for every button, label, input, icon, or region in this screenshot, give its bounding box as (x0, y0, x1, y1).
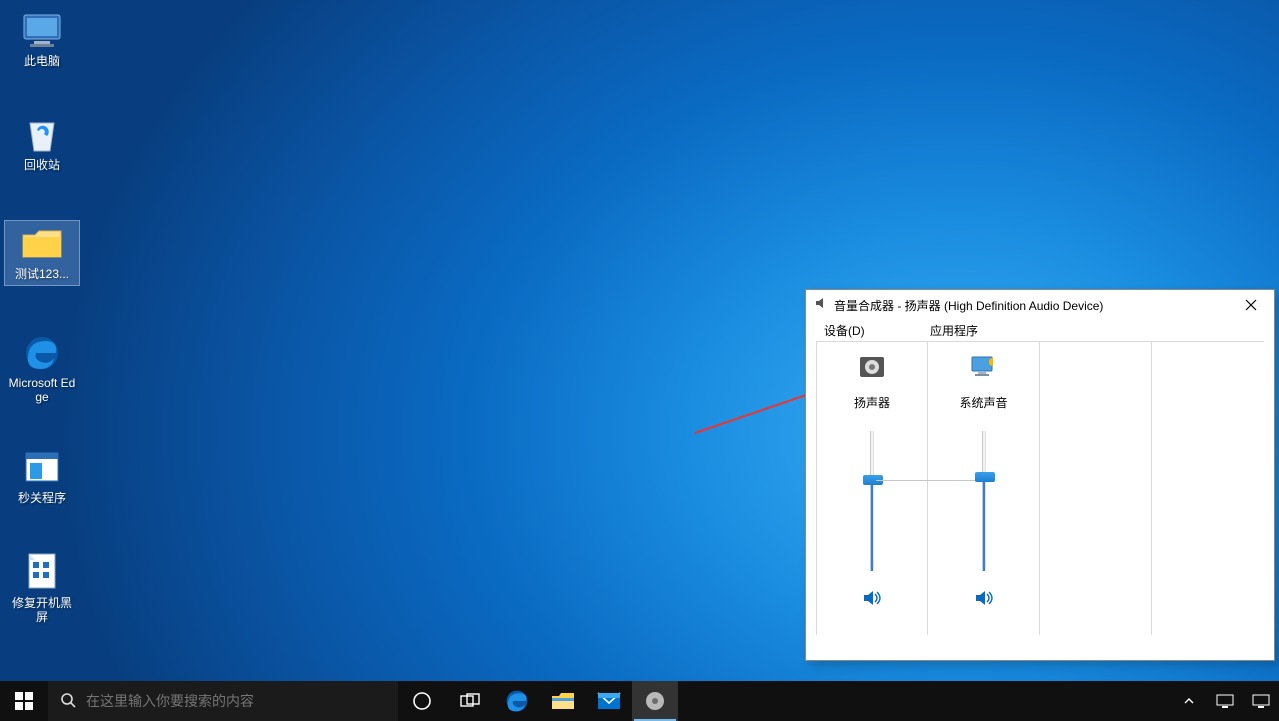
close-button[interactable] (1228, 290, 1274, 320)
taskbar-app-explorer[interactable] (540, 681, 586, 721)
edge-icon (18, 332, 66, 374)
system-tray (1171, 681, 1279, 721)
desktop-icon-label: 秒关程序 (5, 491, 79, 509)
speaker-device-icon[interactable] (856, 352, 888, 382)
taskbar-app-mail[interactable] (586, 681, 632, 721)
mute-button[interactable] (974, 589, 994, 612)
search-icon (60, 692, 76, 711)
mixer-body: 扬声器 系统声音 (806, 339, 1274, 647)
program-icon (18, 447, 66, 489)
mute-button[interactable] (862, 589, 882, 612)
desktop-icon-repair-boot[interactable]: 修复开机黑屏 (5, 550, 79, 628)
mixer-column-device-speaker: 扬声器 (816, 341, 928, 635)
tray-display-icon[interactable] (1243, 681, 1279, 721)
volume-slider[interactable] (982, 431, 986, 571)
taskbar (0, 681, 1279, 721)
mixer-column-system-sounds: 系统声音 (928, 341, 1040, 635)
app-header: 应用程序 (930, 322, 978, 339)
recycle-bin-icon (18, 114, 66, 156)
desktop-icon-this-pc[interactable]: 此电脑 (5, 8, 79, 72)
desktop-icon-shutdown-program[interactable]: 秒关程序 (5, 445, 79, 509)
cortana-button[interactable] (398, 681, 446, 721)
volume-mixer-window: 音量合成器 - 扬声器 (High Definition Audio Devic… (805, 289, 1275, 661)
volume-slider[interactable] (870, 431, 874, 571)
mixer-column-label: 系统声音 (960, 394, 1008, 411)
desktop-icon-label: 修复开机黑屏 (5, 596, 79, 628)
system-sounds-icon[interactable] (968, 352, 1000, 382)
mixer-column-label: 扬声器 (854, 394, 890, 411)
folder-icon (18, 223, 66, 265)
task-view-button[interactable] (446, 681, 494, 721)
taskbar-search[interactable] (48, 681, 398, 721)
desktop-icon-label: 回收站 (5, 158, 79, 176)
tray-display-icon[interactable] (1207, 681, 1243, 721)
taskbar-app-volume-mixer[interactable] (632, 681, 678, 721)
start-button[interactable] (0, 681, 48, 721)
mixer-section-headers: 设备(D) 应用程序 (806, 320, 1274, 339)
speaker-icon (814, 296, 828, 315)
desktop-icon-test-folder[interactable]: 测试123... (5, 221, 79, 285)
titlebar[interactable]: 音量合成器 - 扬声器 (High Definition Audio Devic… (806, 290, 1274, 320)
desktop-icon-label: 测试123... (5, 267, 79, 285)
search-input[interactable] (86, 693, 398, 709)
mixer-column-empty (1040, 341, 1152, 635)
desktop-icon-label: Microsoft Edge (5, 376, 79, 408)
window-title: 音量合成器 - 扬声器 (High Definition Audio Devic… (834, 297, 1222, 314)
pc-icon (18, 10, 66, 52)
desktop-icon-edge[interactable]: Microsoft Edge (5, 330, 79, 408)
device-header: 设备(D) (824, 322, 930, 339)
taskbar-app-edge[interactable] (494, 681, 540, 721)
desktop-icon-recycle-bin[interactable]: 回收站 (5, 112, 79, 176)
mixer-column-empty (1152, 341, 1264, 635)
desktop-icon-label: 此电脑 (5, 54, 79, 72)
tray-overflow[interactable] (1171, 681, 1207, 721)
repair-icon (18, 552, 66, 594)
